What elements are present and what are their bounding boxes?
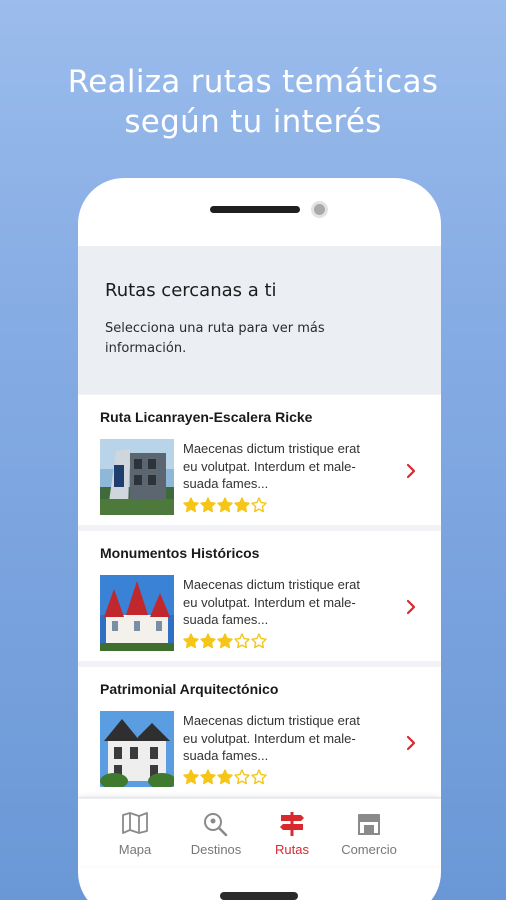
- star-empty-icon: [234, 633, 250, 649]
- route-title: Monumentos Históricos: [100, 545, 260, 561]
- screen-header: Rutas cercanas a ti Selecciona una ruta …: [78, 246, 441, 394]
- route-description-line: eu volutpat. Interdum et male-: [183, 594, 356, 610]
- route-description-line: Maecenas dictum tristique erat: [183, 441, 361, 456]
- nav-label: Destinos: [190, 842, 242, 857]
- signpost-icon: [280, 812, 304, 836]
- nav-item-mapa[interactable]: Mapa: [93, 799, 177, 867]
- star-filled-icon: [200, 769, 216, 785]
- star-empty-icon: [251, 769, 267, 785]
- star-empty-icon: [251, 497, 267, 513]
- star-empty-icon: [234, 769, 250, 785]
- nav-item-destinos[interactable]: Destinos: [174, 799, 258, 867]
- star-filled-icon: [200, 633, 216, 649]
- route-title: Patrimonial Arquitectónico: [100, 681, 279, 697]
- page-subtitle-line-1: Selecciona una ruta para ver más: [105, 321, 325, 336]
- star-rating: [183, 633, 267, 649]
- route-card-patrimonial[interactable]: Patrimonial Arquitectónico Maecenas dict…: [78, 667, 441, 797]
- page-title: Rutas cercanas a ti: [105, 280, 277, 301]
- route-thumbnail: [100, 711, 174, 787]
- star-filled-icon: [217, 633, 233, 649]
- route-description-line: suada fames...: [183, 748, 269, 763]
- chevron-right-icon[interactable]: [405, 599, 417, 615]
- page-subtitle-line-2: información.: [105, 341, 187, 356]
- search-location-icon: [204, 813, 228, 836]
- nav-label: Comercio: [341, 842, 397, 857]
- map-icon: [122, 812, 148, 834]
- store-icon: [358, 814, 380, 835]
- star-filled-icon: [217, 497, 233, 513]
- headline-line-1: Realiza rutas temáticas: [67, 64, 439, 100]
- route-card-licanrayen[interactable]: Ruta Licanrayen-Escalera Ricke Maecenas …: [78, 395, 441, 525]
- bottom-navigation: Mapa Destinos Rutas Comercio: [78, 798, 441, 866]
- star-filled-icon: [217, 769, 233, 785]
- route-description: Maecenas dictum tristique erat eu volutp…: [183, 440, 393, 493]
- home-indicator: [220, 892, 298, 900]
- headline: Realiza rutas temáticas según tu interés: [0, 62, 506, 142]
- nav-label: Mapa: [118, 842, 152, 857]
- phone-speaker: [210, 206, 300, 213]
- route-description-line: suada fames...: [183, 476, 269, 491]
- route-thumbnail: [100, 439, 174, 515]
- route-thumbnail: [100, 575, 174, 651]
- route-title: Ruta Licanrayen-Escalera Ricke: [100, 409, 313, 425]
- nav-item-rutas[interactable]: Rutas: [250, 799, 334, 867]
- chevron-right-icon[interactable]: [405, 463, 417, 479]
- route-description: Maecenas dictum tristique erat eu volutp…: [183, 712, 393, 765]
- route-description: Maecenas dictum tristique erat eu volutp…: [183, 576, 393, 629]
- page-subtitle: Selecciona una ruta para ver más informa…: [105, 319, 414, 359]
- phone-camera: [311, 201, 328, 218]
- route-description-line: eu volutpat. Interdum et male-: [183, 458, 356, 474]
- star-filled-icon: [200, 497, 216, 513]
- star-rating: [183, 497, 267, 513]
- route-description-line: Maecenas dictum tristique erat: [183, 713, 361, 728]
- chevron-right-icon[interactable]: [405, 735, 417, 751]
- nav-label: Rutas: [275, 842, 309, 857]
- star-filled-icon: [183, 769, 199, 785]
- nav-item-comercio[interactable]: Comercio: [327, 799, 411, 867]
- route-description-line: Maecenas dictum tristique erat: [183, 577, 361, 592]
- star-filled-icon: [183, 633, 199, 649]
- star-rating: [183, 769, 267, 785]
- star-filled-icon: [234, 497, 250, 513]
- route-description-line: suada fames...: [183, 612, 269, 627]
- star-filled-icon: [183, 497, 199, 513]
- route-card-monumentos[interactable]: Monumentos Históricos Maecenas dictum tr…: [78, 531, 441, 661]
- star-empty-icon: [251, 633, 267, 649]
- phone-frame: Rutas cercanas a ti Selecciona una ruta …: [78, 178, 441, 900]
- headline-line-2: según tu interés: [124, 104, 382, 140]
- route-description-line: eu volutpat. Interdum et male-: [183, 730, 356, 746]
- app-screen: Rutas cercanas a ti Selecciona una ruta …: [78, 246, 441, 866]
